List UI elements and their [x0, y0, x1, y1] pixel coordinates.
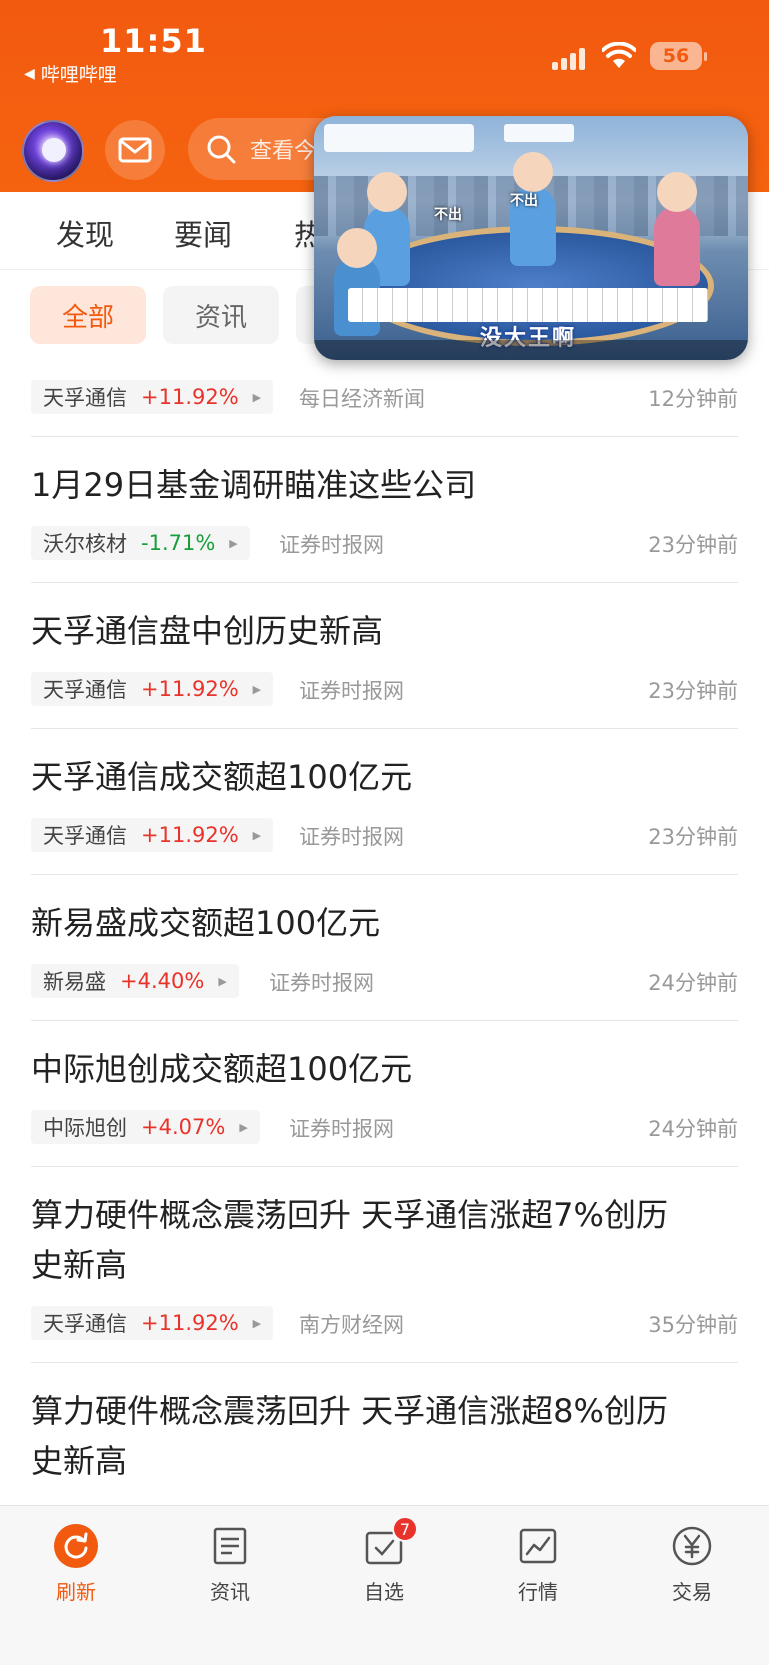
video-character-head	[367, 172, 407, 212]
play-arrow-icon: ▶	[218, 974, 227, 988]
video-character-head	[657, 172, 697, 212]
video-character-head	[513, 152, 553, 192]
divider	[31, 436, 738, 437]
pip-video-player[interactable]: 不出 不出 没大王啊	[314, 116, 748, 360]
divider	[31, 1166, 738, 1167]
news-time: 24分钟前	[648, 971, 738, 995]
stock-tag[interactable]: 天孚通信 +11.92% ▶	[31, 1306, 274, 1340]
stock-tag[interactable]: 沃尔核材 -1.71% ▶	[31, 526, 250, 560]
yen-trade-icon	[672, 1526, 712, 1566]
video-scoreboard	[324, 124, 474, 152]
list-item[interactable]: 新易盛 +4.40% ▶ 证券时报网 24分钟前	[31, 964, 738, 998]
video-bubble: 不出	[434, 207, 462, 223]
back-app-label: 哔哩哔哩	[40, 64, 117, 86]
mail-icon	[118, 137, 152, 163]
video-cards-counter	[504, 124, 574, 142]
watchlist-badge: 7	[392, 1516, 418, 1542]
news-source: 证券时报网	[299, 679, 404, 703]
news-headline[interactable]: 中际旭创成交额超100亿元	[31, 1044, 741, 1094]
video-character	[654, 206, 700, 286]
stock-tag[interactable]: 中际旭创 +4.07% ▶	[31, 1110, 260, 1144]
news-source: 证券时报网	[289, 1117, 394, 1141]
video-controls-bar[interactable]	[314, 340, 748, 360]
news-time: 12分钟前	[648, 387, 738, 411]
news-source: 南方财经网	[299, 1313, 404, 1337]
market-chart-icon	[519, 1528, 557, 1564]
list-item[interactable]: 天孚通信 +11.92% ▶ 证券时报网 23分钟前	[31, 818, 738, 852]
refresh-icon	[54, 1524, 98, 1568]
news-source: 证券时报网	[269, 971, 374, 995]
avatar[interactable]	[22, 120, 84, 182]
news-icon	[213, 1527, 247, 1565]
wifi-icon	[602, 42, 636, 68]
nav-watchlist[interactable]: 7 自选	[334, 1516, 434, 1605]
nav-trade[interactable]: 交易	[642, 1524, 742, 1605]
list-item[interactable]: 中际旭创 +4.07% ▶ 证券时报网 24分钟前	[31, 1110, 738, 1144]
news-headline[interactable]: 算力硬件概念震荡回升 天孚通信涨超7%创历 史新高	[31, 1190, 741, 1290]
list-item[interactable]: 沃尔核材 -1.71% ▶ 证券时报网 23分钟前	[31, 526, 738, 560]
filter-all[interactable]: 全部	[30, 286, 146, 344]
news-headline[interactable]: 新易盛成交额超100亿元	[31, 898, 741, 948]
status-time: 11:51	[100, 22, 207, 60]
stock-tag[interactable]: 天孚通信 +11.92% ▶	[31, 672, 274, 706]
search-icon	[207, 135, 236, 164]
tab-headlines[interactable]: 要闻	[174, 212, 232, 254]
battery-indicator: 56	[650, 42, 707, 70]
list-item[interactable]: 天孚通信 +11.92% ▶ 南方财经网 35分钟前	[31, 1306, 738, 1340]
stock-tag[interactable]: 新易盛 +4.40% ▶	[31, 964, 239, 998]
message-button[interactable]	[105, 120, 165, 180]
cellular-signal-icon	[552, 46, 585, 70]
news-list: 天孚通信 +11.92% ▶ 每日经济新闻 12分钟前 1月29日基金调研瞄准这…	[0, 350, 769, 1505]
news-time: 24分钟前	[648, 1117, 738, 1141]
video-bubble: 不出	[510, 193, 538, 209]
play-arrow-icon: ▶	[252, 1316, 262, 1330]
list-item[interactable]: 天孚通信 +11.92% ▶ 每日经济新闻 12分钟前	[31, 380, 738, 414]
news-source: 每日经济新闻	[299, 387, 425, 411]
news-headline[interactable]: 算力硬件概念震荡回升 天孚通信涨超8%创历 史新高	[31, 1386, 741, 1486]
list-item[interactable]: 天孚通信 +11.92% ▶ 证券时报网 23分钟前	[31, 672, 738, 706]
divider	[31, 1362, 738, 1363]
divider	[31, 1020, 738, 1021]
video-character-head	[337, 228, 377, 268]
stock-tag[interactable]: 天孚通信 +11.92% ▶	[31, 818, 274, 852]
search-placeholder: 查看今	[250, 139, 317, 164]
news-source: 证券时报网	[299, 825, 404, 849]
news-source: 证券时报网	[279, 533, 384, 557]
video-card-hand	[348, 288, 708, 322]
news-time: 23分钟前	[648, 825, 738, 849]
news-headline[interactable]: 1月29日基金调研瞄准这些公司	[31, 460, 741, 510]
back-arrow-icon: ◀	[24, 65, 35, 82]
back-to-app-link[interactable]: ◀ 哔哩哔哩	[24, 60, 117, 87]
play-arrow-icon: ▶	[252, 828, 262, 842]
play-arrow-icon: ▶	[252, 682, 262, 696]
divider	[31, 582, 738, 583]
news-time: 23分钟前	[648, 679, 738, 703]
bottom-nav: 刷新 资讯 7 自选 行情 交易	[0, 1505, 769, 1665]
nav-market[interactable]: 行情	[488, 1524, 588, 1605]
play-arrow-icon: ▶	[239, 1120, 248, 1134]
play-arrow-icon: ▶	[252, 390, 262, 404]
nav-news[interactable]: 资讯	[180, 1524, 280, 1605]
news-time: 35分钟前	[648, 1313, 738, 1337]
news-headline[interactable]: 天孚通信成交额超100亿元	[31, 752, 741, 802]
nav-refresh[interactable]: 刷新	[26, 1524, 126, 1605]
stock-tag[interactable]: 天孚通信 +11.92% ▶	[31, 380, 274, 414]
play-arrow-icon: ▶	[229, 536, 238, 550]
news-time: 23分钟前	[648, 533, 738, 557]
divider	[31, 874, 738, 875]
filter-info[interactable]: 资讯	[163, 286, 279, 344]
tab-discover[interactable]: 发现	[56, 212, 114, 254]
divider	[31, 728, 738, 729]
news-headline[interactable]: 天孚通信盘中创历史新高	[31, 606, 741, 656]
